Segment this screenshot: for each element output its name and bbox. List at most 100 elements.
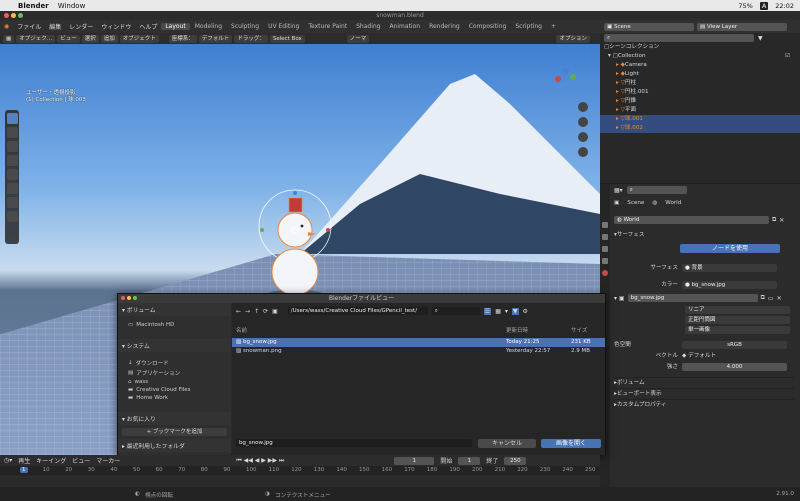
playback-controls[interactable]: ⏮ ◀◀ ◀ ▶ ▶▶ ⏭ — [236, 457, 284, 465]
copy-icon[interactable]: ⧉ — [761, 294, 765, 302]
scale-tool-icon[interactable] — [6, 169, 18, 180]
color-input-field[interactable]: ● bg_snow.jpg — [682, 281, 777, 289]
playback-menu[interactable]: 再生 — [18, 456, 30, 465]
tab-sculpting[interactable]: Sculpting — [227, 23, 263, 30]
source-select[interactable]: 単一画像 — [685, 326, 790, 334]
use-nodes-button[interactable]: ノードを使用 — [680, 244, 780, 253]
display-options-icon[interactable]: ▾ — [505, 308, 508, 315]
window-menu[interactable]: Window — [58, 2, 86, 10]
tab-uv-editing[interactable]: UV Editing — [264, 23, 303, 30]
tab-rendering[interactable]: Rendering — [425, 23, 464, 30]
outliner-item[interactable]: ▸ ◆ Camera — [600, 61, 800, 70]
world-tab-icon[interactable] — [602, 270, 608, 276]
checkbox-icon[interactable]: ☑ — [785, 52, 790, 61]
open-image-button[interactable]: 画像を開く — [541, 439, 601, 448]
close-dialog-button[interactable] — [121, 296, 125, 300]
transform-pivot-select[interactable]: ノーマ — [346, 34, 370, 43]
forward-icon[interactable]: → — [245, 308, 250, 315]
copy-icon[interactable]: ⧉ — [772, 216, 776, 224]
column-size[interactable]: サイズ — [571, 327, 601, 336]
strength-field[interactable]: 4.000 — [682, 363, 787, 371]
new-folder-icon[interactable]: ▣ — [272, 308, 278, 315]
rotate-tool-icon[interactable] — [6, 155, 18, 166]
menu-edit[interactable]: 編集 — [45, 22, 65, 31]
system-item[interactable]: ▬ Creative Cloud Files — [118, 386, 231, 394]
outliner-item[interactable]: ▸ ▽ 円柱.001 — [600, 88, 800, 97]
system-item[interactable]: ▬ Home Work — [118, 394, 231, 402]
close-icon[interactable]: ✕ — [777, 295, 782, 302]
refresh-icon[interactable]: ⟳ — [263, 308, 268, 315]
system-item[interactable]: ↓ ダウンロード — [118, 358, 231, 368]
outliner-item[interactable]: ▸ ▽ 平面 — [600, 106, 800, 115]
gizmo-y-axis[interactable] — [570, 74, 576, 80]
tab-modeling[interactable]: Modeling — [191, 23, 226, 30]
volume-panel-header[interactable]: ▸ ボリューム — [614, 377, 794, 387]
close-icon[interactable]: ✕ — [779, 217, 784, 224]
select-tool-icon[interactable] — [6, 113, 18, 124]
cursor-tool-icon[interactable] — [6, 127, 18, 138]
render-tab-icon[interactable] — [602, 234, 608, 240]
end-frame-field[interactable]: 250 — [504, 456, 527, 465]
editor-type-icon[interactable]: ▦▾ — [614, 187, 623, 194]
tab-layout[interactable]: Layout — [161, 23, 190, 30]
app-menu[interactable]: Blender — [18, 2, 49, 10]
view-menu[interactable]: ビュー — [57, 34, 80, 43]
start-frame-field[interactable]: 1 — [458, 456, 481, 465]
gizmo-z-axis[interactable] — [563, 68, 569, 74]
perspective-toggle-icon[interactable] — [578, 147, 588, 157]
list-view-icon[interactable]: ☰ — [483, 307, 492, 315]
outliner-search[interactable]: ⌕ — [604, 34, 754, 42]
filter-icon[interactable]: ▼ — [758, 35, 763, 42]
menu-help[interactable]: ヘルプ — [135, 22, 161, 31]
annotate-tool-icon[interactable] — [6, 197, 18, 208]
menu-file[interactable]: ファイル — [13, 22, 45, 31]
thumb-view-icon[interactable]: ▦ — [495, 308, 501, 315]
zoom-window-button[interactable] — [18, 13, 23, 18]
outliner-collection[interactable]: ▾ ▢ Collection ☑ — [600, 52, 800, 61]
blender-logo-icon[interactable]: ◉ — [0, 23, 13, 30]
pan-icon[interactable] — [578, 117, 588, 127]
move-tool-icon[interactable] — [6, 141, 18, 152]
menu-render[interactable]: レンダー — [65, 22, 97, 31]
filename-input[interactable]: bg_snow.jpg — [236, 439, 472, 447]
gizmo-x-axis[interactable] — [555, 76, 561, 82]
menu-window[interactable]: ウィンドウ — [97, 22, 135, 31]
custom-props-header[interactable]: ▸ カスタムプロパティ — [614, 399, 794, 409]
outliner-item[interactable]: ▸ ▽ 円錐 — [600, 97, 800, 106]
folder-icon[interactable]: ▭ — [768, 295, 774, 302]
chevron-down-icon[interactable]: ▾ ▢ — [608, 52, 618, 61]
column-name[interactable]: 名前 — [236, 327, 506, 336]
surface-panel-header[interactable]: ▾ サーフェス — [614, 230, 794, 240]
path-field[interactable]: /Users/wass/Creative Cloud Files/GPencil… — [287, 307, 428, 315]
tab-shading[interactable]: Shading — [352, 23, 384, 30]
outliner-item[interactable]: ▸ ◆ Light — [600, 70, 800, 79]
transform-tool-icon[interactable] — [6, 183, 18, 194]
snowman-object[interactable] — [248, 184, 338, 304]
camera-view-icon[interactable] — [578, 132, 588, 142]
view-menu[interactable]: ビュー — [72, 456, 90, 465]
bookmarks-section-header[interactable]: ▾ お気に入り — [118, 412, 231, 425]
add-bookmark-button[interactable]: + ブックマークを追加 — [122, 428, 227, 436]
world-datablock[interactable]: ◍ World — [614, 216, 769, 224]
frame-ruler[interactable]: 1 10 20 30 40 50 60 70 80 90 100 110 120 130 140 150 160… — [0, 466, 600, 475]
viewport-display-header[interactable]: ▸ ビューポート表示 — [614, 388, 794, 398]
outliner-scene-collection[interactable]: ▢ シーンコレクション — [600, 43, 800, 52]
keying-menu[interactable]: キーイング — [36, 456, 66, 465]
back-icon[interactable]: ← — [236, 308, 241, 315]
mode-select[interactable]: オブジェク… — [16, 34, 56, 43]
parent-dir-icon[interactable]: ↑ — [254, 308, 259, 315]
input-source[interactable]: A — [759, 1, 769, 10]
minimize-window-button[interactable] — [11, 13, 16, 18]
zoom-icon[interactable] — [578, 102, 588, 112]
object-menu[interactable]: オブジェクト — [119, 34, 159, 43]
close-window-button[interactable] — [4, 13, 9, 18]
select-menu[interactable]: 選択 — [81, 34, 99, 43]
minimize-dialog-button[interactable] — [127, 296, 131, 300]
tab-animation[interactable]: Animation — [385, 23, 424, 30]
options-button[interactable]: オプション — [556, 34, 590, 43]
recent-section-header[interactable]: ▸ 最近利用したフォルダ — [118, 439, 231, 452]
clock-icon[interactable]: ◷▾ — [4, 457, 12, 464]
surface-shader-field[interactable]: ● 背景 — [682, 264, 777, 272]
system-item[interactable]: ⌂ wass — [118, 378, 231, 386]
colorspace-select[interactable]: sRGB — [682, 341, 787, 349]
